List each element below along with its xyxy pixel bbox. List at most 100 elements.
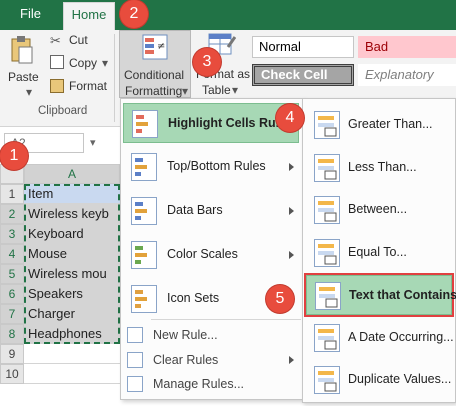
row-header[interactable]: 5 [0, 264, 24, 284]
cf-menu-item-label: Manage Rules... [153, 377, 245, 391]
chevron-right-icon [289, 163, 294, 171]
format-as-table-dropdown-icon: ▾ [232, 83, 239, 97]
cf-menu-item-new-rule[interactable]: New Rule... [123, 323, 299, 347]
submenu-item-greater-than[interactable]: Greater Than... [306, 105, 452, 145]
style-check-cell[interactable]: Check Cell [252, 64, 354, 86]
copy-button[interactable]: Copy [69, 56, 97, 70]
paste-icon[interactable] [10, 35, 34, 65]
callout-1: 1 [0, 142, 28, 170]
style-explanatory[interactable]: Explanatory [358, 64, 456, 86]
format-as-table-label-2: Table [202, 83, 231, 97]
cell[interactable]: Charger [24, 304, 120, 324]
copy-dropdown-icon[interactable]: ▾ [102, 56, 108, 70]
submenu-item-between[interactable]: Between... [306, 190, 452, 230]
cell[interactable]: Headphones [24, 324, 120, 344]
cf-menu-item-manage-rules[interactable]: Manage Rules... [123, 372, 299, 396]
submenu-item-label: Duplicate Values... [348, 372, 452, 386]
name-box-dropdown-icon[interactable]: ▾ [90, 136, 96, 149]
callout-2: 2 [120, 0, 148, 28]
icon-sets-icon [131, 285, 157, 313]
cf-menu-item-color-scales[interactable]: Color Scales [123, 235, 299, 275]
submenu-item-less-than[interactable]: Less Than... [306, 148, 452, 188]
manage-rules-icon [127, 376, 143, 392]
submenu-item-label: Between... [348, 202, 408, 216]
cell[interactable]: Speakers [24, 284, 120, 304]
chevron-right-icon [289, 207, 294, 215]
style-bad[interactable]: Bad [358, 36, 456, 58]
text-contains-icon [315, 282, 341, 310]
svg-text:≠: ≠ [157, 41, 165, 52]
row-header[interactable]: 1 [0, 184, 24, 204]
ribbon-tab-strip: File Home [0, 0, 456, 30]
date-occurring-icon [314, 323, 340, 352]
submenu-item-label: Greater Than... [348, 117, 433, 131]
ribbon-separator [114, 34, 115, 122]
submenu-item-date-occurring[interactable]: A Date Occurring... [306, 318, 454, 358]
column-header-a[interactable]: A [24, 164, 120, 184]
cell[interactable]: Mouse [24, 244, 120, 264]
submenu-item-duplicate-values[interactable]: Duplicate Values... [306, 360, 452, 400]
submenu-item-label: Text that Contains... [349, 288, 456, 302]
cell[interactable]: Wireless mou [24, 264, 120, 284]
between-icon [314, 196, 340, 224]
data-bars-icon [131, 197, 157, 225]
cell[interactable] [24, 344, 120, 364]
conditional-formatting-dropdown-icon: ▾ [182, 84, 189, 98]
cf-menu-item-clear-rules[interactable]: Clear Rules [123, 348, 299, 372]
clipboard-group-label: Clipboard [38, 105, 88, 117]
equal-to-icon [314, 238, 340, 267]
style-normal[interactable]: Normal [252, 36, 354, 58]
cell[interactable] [24, 364, 120, 384]
chevron-right-icon [289, 251, 294, 259]
submenu-item-equal-to[interactable]: Equal To... [306, 233, 452, 273]
menu-divider [151, 319, 301, 320]
cf-menu-item-label: Icon Sets [167, 291, 220, 305]
paste-button[interactable]: Paste [8, 70, 39, 84]
callout-3: 3 [193, 48, 221, 76]
row-header[interactable]: 10 [0, 364, 24, 384]
conditional-formatting-label-2: Formatting [125, 84, 183, 98]
highlight-cells-icon [132, 110, 158, 138]
greater-than-icon [314, 111, 340, 139]
color-scales-icon [131, 241, 157, 269]
submenu-item-label: Equal To... [348, 244, 407, 259]
cf-menu-item-top-bottom[interactable]: Top/Bottom Rules [123, 147, 299, 187]
cf-menu-item-label: Data Bars [167, 203, 223, 217]
cf-menu-item-label: Color Scales [167, 247, 238, 261]
chevron-right-icon [289, 356, 294, 364]
tab-home[interactable]: Home [63, 2, 115, 30]
row-header[interactable]: 2 [0, 204, 24, 224]
duplicate-values-icon [314, 366, 340, 394]
header-cell[interactable]: Item [24, 184, 120, 204]
row-header[interactable]: 3 [0, 224, 24, 244]
conditional-formatting-label-1: Conditional [124, 68, 185, 82]
cf-menu-item-data-bars[interactable]: Data Bars [123, 191, 299, 231]
row-header[interactable]: 9 [0, 344, 24, 364]
conditional-formatting-icon: ≠ [142, 34, 168, 60]
format-painter-icon [50, 79, 64, 93]
cf-menu-item-label: Highlight Cells Rules [168, 116, 294, 130]
cell[interactable]: Wireless keyb [24, 204, 120, 224]
row-header[interactable]: 6 [0, 284, 24, 304]
row-header[interactable]: 7 [0, 304, 24, 324]
conditional-formatting-button[interactable]: ≠ Conditional Formatting ▾ [119, 30, 191, 98]
cell[interactable]: Keyboard [24, 224, 120, 244]
submenu-item-label: Less Than... [348, 159, 417, 174]
format-painter-button[interactable]: Format [69, 79, 107, 93]
cf-menu-item-label: New Rule... [153, 328, 218, 342]
cf-menu-item-label: Clear Rules [153, 353, 219, 367]
cut-button[interactable]: Cut [69, 33, 88, 47]
paste-dropdown-icon[interactable]: ▾ [26, 85, 32, 99]
clear-rules-icon [127, 352, 143, 368]
conditional-formatting-menu: Highlight Cells Rules Top/Bottom Rules Dat… [120, 98, 304, 400]
cf-menu-item-highlight-cells[interactable]: Highlight Cells Rules [123, 103, 299, 143]
row-header[interactable]: 8 [0, 324, 24, 344]
highlight-cells-rules-submenu: Greater Than... Less Than... Between... Equ… [302, 98, 456, 403]
new-rule-icon [127, 327, 143, 343]
cf-menu-item-label: Top/Bottom Rules [167, 159, 266, 173]
callout-5: 5 [266, 285, 294, 313]
row-header[interactable]: 4 [0, 244, 24, 264]
submenu-item-label: A Date Occurring... [348, 329, 454, 344]
tab-file[interactable]: File [20, 6, 41, 21]
submenu-item-text-contains[interactable]: Text that Contains... [304, 273, 456, 317]
